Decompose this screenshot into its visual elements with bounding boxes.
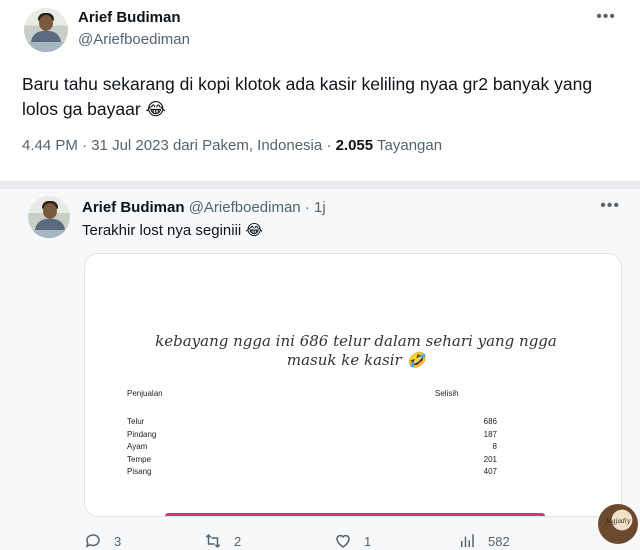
tweet-metadata: 4.44 PM · 31 Jul 2023 dari Pakem, Indone… <box>22 137 442 154</box>
media-bottom-accent-bar <box>165 513 545 516</box>
retweet-icon <box>205 533 221 549</box>
table-row: Tempe 201 <box>127 455 497 468</box>
row-item: Pisang <box>127 467 152 476</box>
author-name[interactable]: Arief Budiman <box>78 9 181 26</box>
author-handle[interactable]: @Ariefboediman <box>78 31 190 48</box>
reply-more-options-icon[interactable]: ••• <box>600 197 620 215</box>
reply-separator: · <box>304 199 310 216</box>
row-item: Telur <box>127 417 145 426</box>
author-avatar[interactable] <box>24 8 68 52</box>
reply-text: Terakhir lost nya seginiii 😂 <box>82 222 263 239</box>
views-label: Tayangan <box>377 137 443 154</box>
comment-icon <box>85 534 100 548</box>
reply-header: Arief Budiman @Ariefboediman · 1j <box>82 199 326 216</box>
tweet-location[interactable]: Pakem, Indonesia <box>202 137 322 154</box>
row-value: 407 <box>483 467 497 476</box>
watermark-text: Jogjadiy <box>605 518 631 525</box>
reply-tweet[interactable]: Arief Budiman @Ariefboediman · 1j ••• Te… <box>0 189 640 550</box>
reply-count: 3 <box>114 533 122 549</box>
section-divider <box>0 181 640 189</box>
table-row: Pindang 187 <box>127 430 497 443</box>
reply-time[interactable]: 1j <box>314 199 326 216</box>
row-value: 686 <box>483 417 497 426</box>
heart-icon <box>336 534 350 548</box>
table-row: Pisang 407 <box>127 467 497 480</box>
location-prefix: dari <box>172 137 198 154</box>
reply-author-avatar[interactable] <box>28 196 70 238</box>
row-item: Pindang <box>127 429 157 439</box>
tweet-time[interactable]: 4.44 PM <box>22 137 78 154</box>
retweet-count: 2 <box>234 533 242 549</box>
main-tweet: Arief Budiman @Ariefboediman ••• Baru ta… <box>0 0 640 180</box>
more-options-icon[interactable]: ••• <box>596 8 616 26</box>
reply-button[interactable]: 3 <box>84 529 121 550</box>
views-count[interactable]: 2.055 <box>336 137 374 154</box>
like-button[interactable]: 1 <box>334 529 371 550</box>
meta-separator: · <box>82 137 92 154</box>
reply-action-bar: 3 2 1 582 <box>0 529 640 550</box>
meta-separator: · <box>326 137 336 154</box>
table-header-sales: Penjualan <box>127 389 163 398</box>
table-row: Ayam 8 <box>127 442 497 455</box>
table-row: Telur 686 <box>127 417 497 430</box>
views-button[interactable]: 582 <box>458 529 510 550</box>
row-value: 201 <box>483 454 497 464</box>
sales-table: Telur 686 Pindang 187 Ayam 8 Tempe 201 P… <box>127 417 497 480</box>
row-item: Ayam <box>127 442 148 451</box>
table-header-difference: Selisih <box>435 389 459 398</box>
tweet-date[interactable]: 31 Jul 2023 <box>91 137 169 154</box>
reply-media-image[interactable]: kebayang ngga ini 686 telur dalam sehari… <box>84 253 622 517</box>
tweet-text: Baru tahu sekarang di kopi klotok ada ka… <box>22 74 593 119</box>
watermark-logo: Jogjadiy <box>598 504 638 544</box>
retweet-button[interactable]: 2 <box>204 529 241 550</box>
reply-author-handle[interactable]: @Ariefboediman <box>189 199 301 216</box>
views-count: 582 <box>488 533 510 549</box>
like-count: 1 <box>364 533 372 549</box>
row-value: 187 <box>483 429 497 439</box>
reply-author-name[interactable]: Arief Budiman <box>82 199 185 216</box>
row-item: Tempe <box>127 454 152 464</box>
views-bar-chart-icon <box>461 534 474 547</box>
media-caption: kebayang ngga ini 686 telur dalam sehari… <box>155 332 557 369</box>
row-value: 8 <box>492 442 497 451</box>
